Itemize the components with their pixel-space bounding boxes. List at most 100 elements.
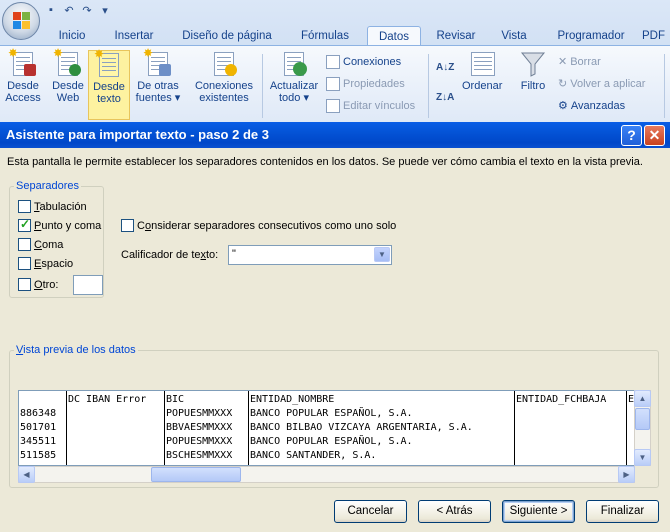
- connections-icon: [211, 50, 237, 78]
- dialog-titlebar[interactable]: Asistente para importar texto - paso 2 d…: [0, 122, 670, 148]
- undo-icon[interactable]: ↶: [62, 3, 76, 17]
- space-checkbox[interactable]: Espacio: [18, 257, 73, 270]
- preview-cell: BSCHESMMXXX: [166, 450, 233, 461]
- clear-filter-icon: ✕: [558, 56, 568, 68]
- vertical-scroll-thumb[interactable]: [635, 408, 650, 430]
- scroll-right-icon[interactable]: ▶: [618, 466, 635, 483]
- scroll-up-icon[interactable]: ▲: [634, 390, 651, 407]
- text-qualifier-value: ": [232, 248, 236, 260]
- step-description: Esta pantalla le permite establecer los …: [7, 156, 643, 168]
- space-checkbox-box[interactable]: [18, 257, 31, 270]
- preview-cell: BANCO BILBAO VIZCAYA ARGENTARIA, S.A.: [250, 422, 473, 433]
- tab-revisar[interactable]: Revisar: [428, 26, 484, 46]
- close-button[interactable]: ✕: [644, 125, 665, 146]
- sort-za-icon: Z↓A: [436, 92, 455, 103]
- scroll-left-icon[interactable]: ◀: [18, 466, 35, 483]
- properties-button[interactable]: Propiedades: [326, 76, 405, 92]
- preview-row: 501701 BBVAESMMXXX BANCO BILBAO VIZCAYA …: [19, 421, 473, 435]
- connections-button[interactable]: Conexiones: [326, 54, 401, 70]
- help-button[interactable]: ?: [621, 125, 642, 146]
- sort-button[interactable]: Ordenar: [462, 50, 502, 120]
- next-button[interactable]: Siguiente >: [502, 500, 575, 523]
- separators-title: Separadores: [14, 180, 81, 192]
- label: Filtro: [520, 80, 546, 92]
- tab-inicio[interactable]: Inicio: [48, 26, 96, 46]
- scroll-down-icon[interactable]: ▼: [634, 449, 651, 466]
- text-file-icon: ✸: [94, 48, 122, 79]
- tab-checkbox[interactable]: Tabulación: [18, 200, 87, 213]
- tab-insertar[interactable]: Insertar: [104, 26, 164, 46]
- group-separator: [428, 54, 429, 118]
- label-line: existentes: [199, 92, 249, 104]
- finish-button[interactable]: Finalizar: [586, 500, 659, 523]
- web-globe-icon: ✸: [53, 47, 81, 78]
- data-preview-grid[interactable]: DC IBAN Error BIC ENTIDAD_NOMBRE ENTIDAD…: [18, 390, 635, 466]
- refresh-all-button[interactable]: Actualizar todo ▾: [268, 50, 320, 120]
- vertical-scrollbar[interactable]: ▲ ▼: [634, 390, 651, 466]
- save-icon[interactable]: ▪: [44, 3, 58, 17]
- sort-asc-button[interactable]: A↓Z: [436, 60, 454, 76]
- other-sources-button[interactable]: ✸ De otras fuentes ▾: [133, 47, 183, 120]
- funnel-icon: [520, 50, 546, 78]
- edit-links-icon: [326, 99, 340, 113]
- chevron-down-icon[interactable]: ▼: [374, 247, 390, 262]
- from-text-button[interactable]: ✸ Desde texto: [88, 48, 130, 120]
- from-web-button[interactable]: ✸ Desde Web: [48, 47, 88, 120]
- preview-cell: 345511: [20, 436, 57, 447]
- comma-checkbox-box[interactable]: [18, 238, 31, 251]
- label: Volver a aplicar: [570, 78, 646, 90]
- preview-cell: BANCO SANTANDER, S.A.: [250, 450, 377, 461]
- semicolon-checkbox[interactable]: Punto y coma: [18, 217, 101, 232]
- tab-diseno-pagina[interactable]: Diseño de página: [172, 26, 282, 46]
- label-line: Conexiones: [194, 80, 254, 92]
- comma-checkbox[interactable]: Coma: [18, 238, 63, 251]
- label-line: Actualizar: [269, 80, 319, 92]
- label: Avanzadas: [570, 100, 626, 112]
- preview-cell: 511585: [20, 450, 57, 461]
- consecutive-label: Considerar separadores consecutivos como…: [137, 219, 397, 232]
- label-line: Desde: [7, 80, 39, 92]
- horizontal-scrollbar[interactable]: ◀ ▶: [18, 466, 635, 483]
- preview-cell: 501701: [20, 422, 57, 433]
- label-line: Access: [5, 92, 41, 104]
- quick-access-toolbar: ▪ ↶ ↷ ▾: [44, 2, 112, 18]
- other-checkbox[interactable]: Otro:: [18, 278, 58, 291]
- preview-cell: [19, 393, 65, 407]
- redo-icon[interactable]: ↷: [80, 3, 94, 17]
- label-line: fuentes ▾: [135, 92, 181, 104]
- tab-programador[interactable]: Programador: [546, 26, 636, 46]
- cancel-button[interactable]: Cancelar: [334, 500, 407, 523]
- tab-formulas[interactable]: Fórmulas: [290, 26, 360, 46]
- existing-connections-button[interactable]: Conexiones existentes: [191, 50, 257, 120]
- tab-datos[interactable]: Datos: [367, 26, 421, 46]
- tab-vista[interactable]: Vista: [491, 26, 537, 46]
- preview-cell: BIC: [166, 394, 185, 405]
- sort-desc-button[interactable]: Z↓A: [436, 90, 454, 106]
- consecutive-checkbox-box[interactable]: [121, 219, 134, 232]
- sort-dialog-icon: [469, 50, 495, 78]
- reapply-button[interactable]: ↻ Volver a aplicar: [558, 76, 645, 92]
- semicolon-checkbox-box[interactable]: [18, 217, 31, 232]
- preview-cell: ENTIDAD_NOMBRE: [250, 394, 335, 405]
- edit-links-button[interactable]: Editar vínculos: [326, 98, 415, 114]
- text-qualifier-select[interactable]: " ▼: [228, 245, 392, 265]
- other-checkbox-box[interactable]: [18, 278, 31, 291]
- customize-toolbar-icon[interactable]: ▾: [98, 3, 112, 17]
- ribbon-panel-datos: ✸ Desde Access ✸ Desde Web ✸ Desde texto…: [0, 45, 670, 122]
- advanced-filter-button[interactable]: ⚙ Avanzadas: [558, 98, 625, 114]
- horizontal-scroll-thumb[interactable]: [151, 467, 241, 482]
- filter-button[interactable]: Filtro: [513, 50, 553, 120]
- other-separator-input[interactable]: [73, 275, 103, 295]
- import-text-wizard-dialog: Asistente para importar texto - paso 2 d…: [0, 122, 670, 532]
- label-line: texto: [97, 93, 121, 105]
- tab-checkbox-box[interactable]: [18, 200, 31, 213]
- tab-pdf[interactable]: PDF: [642, 26, 670, 46]
- from-access-button[interactable]: ✸ Desde Access: [3, 47, 43, 120]
- back-button[interactable]: < Atrás: [418, 500, 491, 523]
- group-separator: [664, 54, 665, 118]
- label: Borrar: [570, 56, 601, 68]
- space-label: Espacio: [34, 257, 74, 270]
- clear-filter-button[interactable]: ✕ Borrar: [558, 54, 601, 70]
- consecutive-checkbox[interactable]: Considerar separadores consecutivos como…: [121, 219, 396, 232]
- preview-cell: BANCO POPULAR ESPAÑOL, S.A.: [250, 408, 413, 419]
